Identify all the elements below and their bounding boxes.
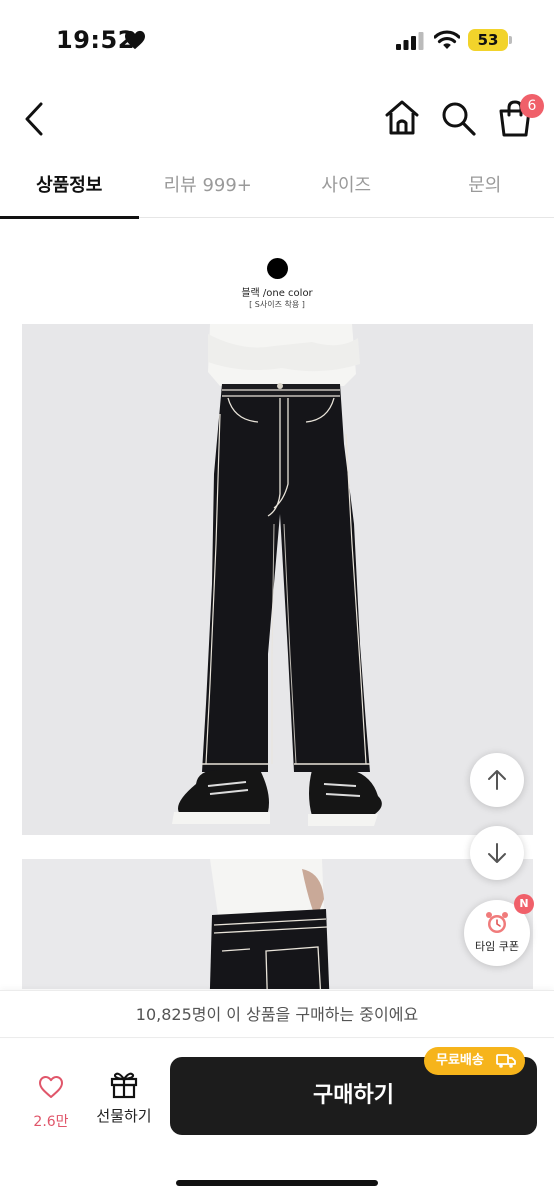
purchase-notice: 10,825명이 이 상품을 구매하는 중이에요	[0, 990, 554, 1038]
time-coupon-label: 타임 쿠폰	[475, 940, 519, 953]
heart-icon	[125, 30, 145, 50]
scroll-bottom-button[interactable]	[470, 826, 524, 880]
tab-inquiry[interactable]: 문의	[416, 160, 554, 218]
back-button[interactable]	[16, 100, 52, 138]
gift-label: 선물하기	[96, 1107, 152, 1125]
chevron-left-icon	[25, 102, 43, 136]
arrow-up-icon	[488, 770, 506, 790]
tab-product-info[interactable]: 상품정보	[0, 160, 139, 219]
free-shipping-badge: 무료배송	[424, 1047, 525, 1075]
like-button[interactable]: 2.6만	[26, 1075, 76, 1135]
battery-cap	[509, 36, 512, 44]
product-tabs: 상품정보 리뷰 999+ 사이즈 문의	[0, 160, 554, 219]
bottom-action-bar: 2.6만 선물하기 구매하기 무료배송	[0, 1039, 554, 1200]
arrow-down-icon	[488, 843, 506, 863]
gift-button[interactable]: 선물하기	[92, 1069, 156, 1135]
free-shipping-label: 무료배송	[436, 1053, 484, 1068]
scroll-top-button[interactable]	[470, 753, 524, 807]
jeans-closeup-illustration	[22, 859, 533, 989]
signal-icon	[396, 32, 424, 50]
tab-size[interactable]: 사이즈	[277, 160, 416, 218]
like-count: 2.6만	[33, 1114, 69, 1130]
jeans-illustration	[22, 324, 533, 835]
product-photo-full	[22, 324, 533, 835]
cart-count-badge: 6	[520, 94, 544, 118]
color-name-label: 블랙 /one color	[241, 288, 313, 299]
product-photo-closeup	[22, 859, 533, 989]
color-swatch-black	[267, 258, 288, 279]
gift-icon	[110, 1072, 138, 1099]
size-note: [ S사이즈 착용 ]	[249, 300, 305, 309]
status-bar: 19:52 53	[0, 0, 554, 84]
home-indicator	[176, 1180, 378, 1186]
home-icon[interactable]	[382, 98, 422, 138]
heart-outline-icon	[39, 1076, 63, 1098]
truck-icon	[496, 1054, 516, 1068]
coupon-new-badge: N	[514, 894, 534, 914]
battery-indicator: 53	[468, 29, 508, 51]
search-icon[interactable]	[438, 98, 478, 138]
wifi-icon	[434, 30, 460, 49]
tab-reviews[interactable]: 리뷰 999+	[139, 160, 278, 218]
product-detail-content: 블랙 /one color [ S사이즈 착용 ]	[0, 219, 554, 989]
nav-bar: 6	[0, 84, 554, 154]
alarm-clock-icon	[486, 912, 508, 933]
